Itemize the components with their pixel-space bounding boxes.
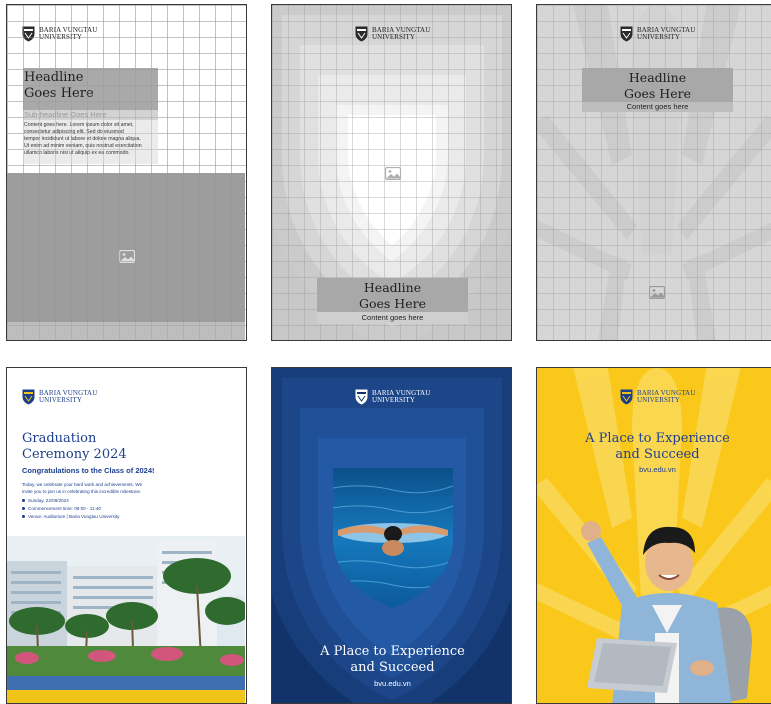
event-detail-text: Venue: Auditorium | Baria Vungtau Univer… <box>28 514 120 519</box>
body-text-line: tempor incididunt ut labore et dolore ma… <box>24 136 141 142</box>
footer-bar <box>7 322 245 340</box>
event-detail-item: Commencement time: 09:00 - 11:40 <box>22 505 119 513</box>
student-poster-card[interactable]: BARIA VUNGTAU UNIVERSITY A Place to Expe… <box>536 367 771 704</box>
image-icon <box>649 286 665 299</box>
bullet-icon <box>22 507 25 511</box>
swimmer-photo <box>333 468 453 608</box>
logo-line-2: UNIVERSITY <box>39 33 82 41</box>
template-card-1[interactable]: BARIA VUNGTAU UNIVERSITY Headline Goes H… <box>6 4 247 341</box>
content-text[interactable]: Content goes here <box>582 102 733 112</box>
university-logo: BARIA VUNGTAU UNIVERSITY <box>620 389 695 405</box>
poster-title-line-1: A Place to Experience <box>320 644 465 659</box>
poster-title-line-2: and Succeed <box>350 660 435 675</box>
crest-icon <box>22 26 35 42</box>
event-detail-item: Sunday, 22/09/2024 <box>22 497 119 505</box>
intro-line: invite you to join us in celebrating thi… <box>22 488 142 494</box>
logo-line-2: UNIVERSITY <box>372 396 415 404</box>
content-text[interactable]: Content goes here <box>317 312 468 324</box>
headline-block[interactable]: Headline Goes Here <box>317 278 468 312</box>
headline-line-2: Goes Here <box>624 86 691 101</box>
bullet-icon <box>22 499 25 503</box>
university-logo: BARIA VUNGTAU UNIVERSITY <box>355 389 430 405</box>
crest-icon <box>22 389 35 405</box>
crest-icon <box>355 389 368 405</box>
university-logo: BARIA VUNGTAU UNIVERSITY <box>620 26 695 42</box>
body-text-line: Ut enim ad minim veniam, quis nostrud ex… <box>24 143 142 149</box>
crest-icon <box>620 389 633 405</box>
university-logo: BARIA VUNGTAU UNIVERSITY <box>355 26 430 42</box>
headline-block[interactable]: Headline Goes Here <box>582 68 733 102</box>
headline-line-2: Goes Here <box>24 86 94 101</box>
poster-title: A Place to Experience and Succeed <box>272 644 511 676</box>
swimming-poster-card[interactable]: BARIA VUNGTAU UNIVERSITY A Place to Expe… <box>271 367 512 704</box>
graduation-poster-card[interactable]: BARIA VUNGTAU UNIVERSITY Graduation Cere… <box>6 367 247 704</box>
subheadline: Sub-headline Goes Here <box>24 110 107 119</box>
image-icon <box>385 167 401 180</box>
event-detail-text: Commencement time: 09:00 - 11:40 <box>28 506 101 511</box>
logo-line-2: UNIVERSITY <box>637 33 680 41</box>
event-details: Sunday, 22/09/2024 Commencement time: 09:… <box>22 497 119 521</box>
headline-line-1: Headline <box>24 70 84 85</box>
university-logo: BARIA VUNGTAU UNIVERSITY <box>22 389 97 405</box>
template-card-2[interactable]: BARIA VUNGTAU UNIVERSITY Headline Goes H… <box>271 4 512 341</box>
crest-icon <box>620 26 633 42</box>
poster-title-line-2: and Succeed <box>615 447 700 462</box>
body-text-line: Content goes here. Lorem ipsum dolor sit… <box>24 122 134 128</box>
poster-title-line-1: Graduation <box>22 431 97 446</box>
intro-line: Today, we celebrate your hard work and a… <box>22 482 143 487</box>
body-text-block[interactable]: Content goes here. Lorem ipsum dolor sit… <box>23 120 158 164</box>
website-url[interactable]: bvu.edu.vn <box>272 679 511 688</box>
body-text: Content goes here. Lorem ipsum dolor sit… <box>23 120 158 157</box>
poster-title: Graduation Ceremony 2024 <box>22 431 127 463</box>
event-detail-item: Venue: Auditorium | Baria Vungtau Univer… <box>22 513 119 521</box>
student-photo <box>581 521 752 703</box>
image-icon <box>119 250 135 263</box>
headline-line-1: Headline <box>628 70 687 85</box>
poster-title-line-1: A Place to Experience <box>585 431 730 446</box>
event-detail-text: Sunday, 22/09/2024 <box>28 498 69 503</box>
headline-line-1: Headline <box>363 280 422 295</box>
body-text-line: ullamco laboris nisi ut aliquip ex ea co… <box>24 150 130 156</box>
body-text-line: consectetur adipiscing elit. Sed do eius… <box>24 129 124 135</box>
logo-line-2: UNIVERSITY <box>39 396 82 404</box>
logo-line-2: UNIVERSITY <box>372 33 415 41</box>
template-card-3[interactable]: BARIA VUNGTAU UNIVERSITY Headline Goes H… <box>536 4 771 341</box>
campus-photo <box>7 536 245 703</box>
poster-subtitle: Congratulations to the Class of 2024! <box>22 466 155 475</box>
subheadline-block[interactable]: Sub-headline Goes Here <box>23 110 158 120</box>
headline-line-2: Goes Here <box>359 296 426 311</box>
poster-intro: Today, we celebrate your hard work and a… <box>22 482 142 495</box>
university-logo: BARIA VUNGTAU UNIVERSITY <box>22 26 97 42</box>
poster-title: A Place to Experience and Succeed <box>537 431 771 463</box>
crest-icon <box>355 26 368 42</box>
image-placeholder[interactable] <box>7 173 245 340</box>
poster-title-line-2: Ceremony 2024 <box>22 447 127 462</box>
headline-block[interactable]: Headline Goes Here <box>23 68 158 110</box>
website-url[interactable]: bvu.edu.vn <box>537 465 771 474</box>
logo-line-2: UNIVERSITY <box>637 396 680 404</box>
bullet-icon <box>22 515 25 519</box>
